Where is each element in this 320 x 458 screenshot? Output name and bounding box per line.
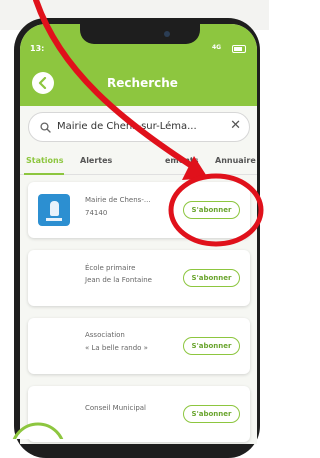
status-time: 13: (30, 44, 45, 53)
tab-alertes[interactable]: Alertes (80, 156, 112, 165)
signal-indicator: 4G (212, 44, 222, 51)
search-icon (40, 122, 51, 133)
tab-bar: Stations Alertes ements Annuaire (20, 154, 257, 176)
station-name: Mairie de Chens-... (85, 196, 151, 204)
station-name-line1: École primaire (85, 264, 136, 272)
tab-stations[interactable]: Stations (26, 156, 64, 165)
station-name-line2: Jean de la Fontaine (85, 276, 152, 284)
phone-notch (80, 24, 200, 44)
back-button[interactable] (32, 72, 54, 94)
list-item[interactable]: Mairie de Chens-... 74140 S'abonner (28, 182, 250, 238)
subscribe-button[interactable]: S'abonner (183, 337, 240, 355)
clear-icon[interactable]: ✕ (230, 119, 241, 133)
subscribe-button[interactable]: S'abonner (183, 269, 240, 287)
tab-annuaire[interactable]: Annuaire (215, 156, 256, 165)
app-screen: 13: 4G Recherche Mairie de Chens-sur-Lém… (20, 24, 257, 444)
battery-icon (232, 45, 246, 53)
cropped-caption-text (58, 0, 218, 8)
page-title: Recherche (107, 76, 178, 90)
subscribe-button[interactable]: S'abonner (183, 201, 240, 219)
list-item[interactable]: Association « La belle rando » S'abonner (28, 318, 250, 374)
tab-active-indicator (24, 173, 64, 175)
station-name-line2: « La belle rando » (85, 344, 148, 352)
list-item[interactable]: École primaire Jean de la Fontaine S'abo… (28, 250, 250, 306)
search-value: Mairie de Chens-sur-Léma... (57, 121, 197, 132)
commune-logo (38, 194, 70, 226)
chevron-left-icon (38, 77, 47, 89)
search-input[interactable]: Mairie de Chens-sur-Léma... ✕ (28, 112, 250, 142)
station-postcode: 74140 (85, 209, 108, 217)
tab-evenements[interactable]: ements (165, 156, 198, 165)
station-name-line1: Association (85, 331, 125, 339)
subscribe-button[interactable]: S'abonner (183, 405, 240, 423)
list-item[interactable]: Conseil Municipal S'abonner (28, 386, 250, 442)
station-name-line1: Conseil Municipal (85, 404, 147, 412)
camera-icon (164, 31, 170, 37)
